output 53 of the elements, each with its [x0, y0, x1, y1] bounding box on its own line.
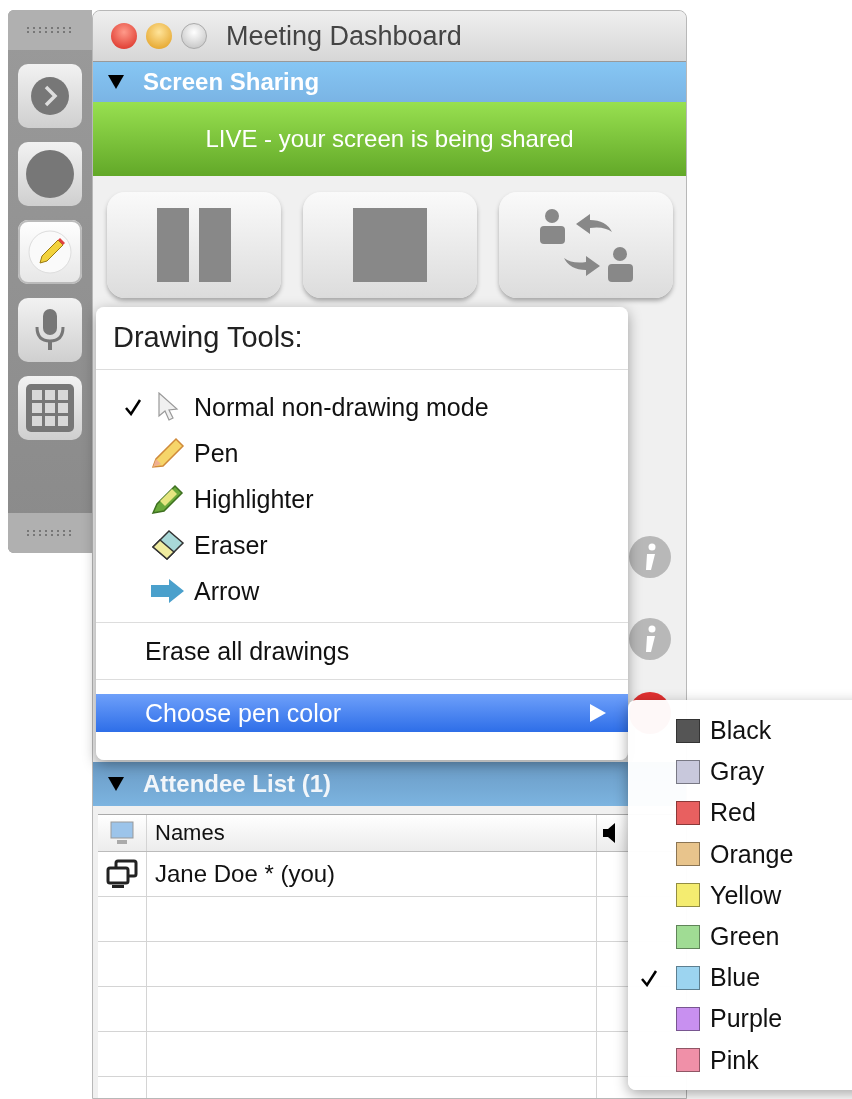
stop-button[interactable]	[303, 192, 477, 298]
menu-item[interactable]: Normal non-drawing mode	[96, 384, 628, 430]
people-swap-icon	[538, 208, 634, 282]
toolbar-button[interactable]	[18, 220, 82, 284]
chevron-right-icon	[30, 76, 70, 116]
window-title: Meeting Dashboard	[226, 20, 462, 52]
status-text: LIVE - your screen is being shared	[205, 125, 574, 153]
pencil-icon	[151, 437, 185, 469]
menu-item[interactable]: Orange	[628, 833, 852, 875]
two-monitors-icon	[106, 859, 138, 889]
toolbar-button[interactable]	[18, 64, 82, 128]
right-arrow-icon	[151, 579, 185, 603]
menu-item[interactable]: Green	[628, 915, 852, 958]
toolbar-button[interactable]	[18, 376, 82, 440]
attendee-name: Jane Doe * (you)	[147, 852, 597, 896]
pencil-icon	[28, 230, 72, 274]
monitor-icon	[109, 820, 135, 846]
circle-icon	[25, 149, 75, 199]
close-button[interactable]	[111, 23, 137, 49]
cursor-icon	[157, 392, 179, 422]
menu-item[interactable]: Eraser	[96, 522, 628, 568]
speaker-icon	[603, 823, 617, 843]
submenu-arrow-icon	[590, 704, 606, 722]
drag-handle[interactable]	[8, 513, 92, 553]
menu-item[interactable]: Erase all drawings	[96, 631, 628, 671]
section-title: Screen Sharing	[143, 68, 320, 96]
menu-item[interactable]: Highlighter	[96, 476, 628, 522]
marker-icon	[151, 483, 185, 515]
info-icon[interactable]	[629, 618, 671, 660]
menu-item[interactable]: Blue	[628, 957, 852, 999]
section-title: Attendee List (1)	[143, 770, 331, 798]
menu-item[interactable]: Pen	[96, 430, 628, 476]
toolbar-button[interactable]	[18, 298, 82, 362]
grid-icon	[25, 383, 75, 433]
drag-handle[interactable]	[8, 10, 92, 50]
eraser-icon	[151, 529, 185, 561]
disclosure-triangle-icon	[107, 775, 125, 793]
menu-item[interactable]: Choose pen color	[96, 694, 628, 732]
info-icon[interactable]	[629, 536, 671, 578]
menu-item[interactable]: Pink	[628, 1039, 852, 1081]
menu-title: Drawing Tools:	[112, 320, 304, 355]
zoom-button[interactable]	[181, 23, 207, 49]
pause-button[interactable]	[107, 192, 281, 298]
pause-icon	[157, 208, 231, 282]
switch-presenter-button[interactable]	[499, 192, 673, 298]
stop-icon	[353, 208, 427, 282]
menu-item[interactable]: Yellow	[628, 874, 852, 916]
menu-item[interactable]: Arrow	[96, 568, 628, 614]
menu-item[interactable]: Black	[628, 710, 852, 752]
checkmark-icon	[124, 398, 142, 416]
menu-item[interactable]: Purple	[628, 998, 852, 1040]
toolbar-button[interactable]	[18, 142, 82, 206]
disclosure-triangle-icon	[107, 73, 125, 91]
